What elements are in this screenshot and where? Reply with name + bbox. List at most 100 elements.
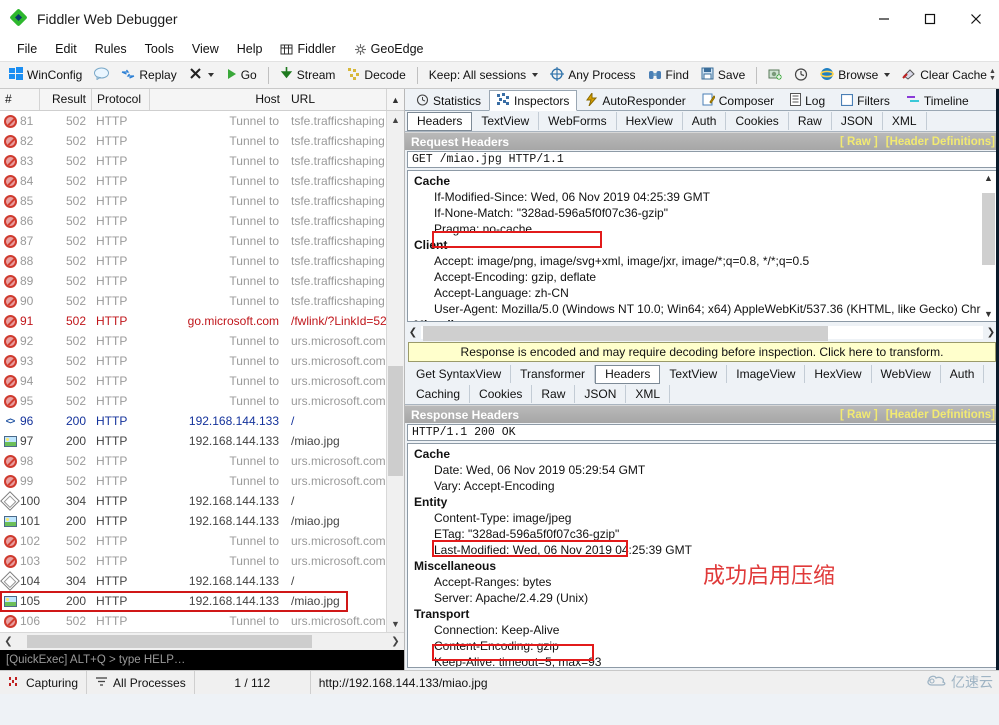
request-tab-webforms[interactable]: WebForms [539,112,616,130]
replay-button[interactable]: Replay [116,67,181,84]
header-item[interactable]: Connection: Keep-Alive [408,622,996,638]
table-row[interactable]: 81502HTTPTunnel totsfe.trafficshaping.ds… [0,111,404,131]
menu-geoedge[interactable]: GeoEdge [345,40,433,58]
response-tab-transformer[interactable]: Transformer [511,365,595,383]
sessions-vertical-scrollbar[interactable]: ▲ ▼ [386,111,404,632]
remove-button[interactable] [184,66,219,84]
request-tab-headers[interactable]: Headers [407,112,472,131]
header-item[interactable]: Content-Type: image/jpeg [408,510,996,526]
table-row[interactable]: 82502HTTPTunnel totsfe.trafficshaping.ds… [0,131,404,151]
tab-timeline[interactable]: Timeline [898,91,977,110]
header-item[interactable]: Accept-Ranges: bytes [408,574,996,590]
menu-view[interactable]: View [183,40,228,58]
header-item[interactable]: ETag: "328ad-596a5f0f07c36-gzip" [408,526,996,542]
table-row[interactable]: 104304HTTP192.168.144.133/ [0,571,404,591]
winconfig-button[interactable]: WinConfig [4,66,87,84]
request-headers-list[interactable]: CacheIf-Modified-Since: Wed, 06 Nov 2019… [407,170,997,322]
tab-log[interactable]: Log [782,91,833,110]
header-item[interactable]: Accept: image/png, image/svg+xml, image/… [408,253,996,269]
response-tab-raw[interactable]: Raw [532,385,575,403]
table-row[interactable]: 84502HTTPTunnel totsfe.trafficshaping.ds… [0,171,404,191]
menu-help[interactable]: Help [228,40,272,58]
table-row[interactable]: 92502HTTPTunnel tours.microsoft.com:443 [0,331,404,351]
table-row[interactable]: 97200HTTP192.168.144.133/miao.jpg [0,431,404,451]
tab-composer[interactable]: Composer [694,91,782,110]
response-raw-link[interactable]: [ Raw ] [840,409,878,421]
response-tab-caching[interactable]: Caching [407,385,470,403]
scroll-thumb[interactable] [27,635,312,648]
header-item[interactable]: User-Agent: Mozilla/5.0 (Windows NT 10.0… [408,301,996,317]
menu-file[interactable]: File [8,40,46,58]
table-row[interactable]: 83502HTTPTunnel totsfe.trafficshaping.ds… [0,151,404,171]
browse-button[interactable]: Browse [815,66,895,85]
header-item[interactable]: If-None-Match: "328ad-596a5f0f07c36-gzip… [408,205,996,221]
clear-cache-button[interactable]: Clear Cache [897,66,992,84]
response-tab-cookies[interactable]: Cookies [470,385,532,403]
table-row[interactable]: 89502HTTPTunnel totsfe.trafficshaping.ds… [0,271,404,291]
column-header-result[interactable]: Result [40,89,92,110]
request-headers-hscrollbar[interactable]: ❮ ❯ [405,324,999,340]
sessions-list[interactable]: ▲ ▼ 81502HTTPTunnel totsfe.trafficshapin… [0,111,404,632]
scroll-left-icon[interactable]: ❮ [405,327,421,338]
scroll-up-cap-icon[interactable]: ▲ [386,89,404,110]
chevron-down-icon[interactable] [208,73,214,77]
menu-tools[interactable]: Tools [136,40,183,58]
table-row[interactable]: 94502HTTPTunnel tours.microsoft.com:443 [0,371,404,391]
tab-statistics[interactable]: Statistics [408,91,489,110]
response-tab-textview[interactable]: TextView [660,365,727,383]
column-header-number[interactable]: # [0,89,40,110]
chevron-down-icon[interactable] [884,73,890,77]
table-row[interactable]: 103502HTTPTunnel tours.microsoft.com:443 [0,551,404,571]
header-item[interactable]: Accept-Language: zh-CN [408,285,996,301]
table-row[interactable]: 87502HTTPTunnel totsfe.trafficshaping.ds… [0,231,404,251]
scroll-up-icon[interactable]: ▲ [984,173,993,183]
scroll-track[interactable] [17,634,387,649]
response-tab-xml[interactable]: XML [626,385,670,403]
close-button[interactable] [953,0,999,38]
header-item[interactable]: If-Modified-Since: Wed, 06 Nov 2019 04:2… [408,189,996,205]
process-filter-status[interactable]: All Processes [87,671,194,694]
header-item[interactable]: Accept-Encoding: gzip, deflate [408,269,996,285]
scroll-down-icon[interactable]: ▼ [984,309,993,319]
menu-fiddler[interactable]: Fiddler [271,40,344,58]
response-headers-list[interactable]: CacheDate: Wed, 06 Nov 2019 05:29:54 GMT… [407,443,997,668]
menu-rules[interactable]: Rules [86,40,136,58]
toolbar-overflow-button[interactable]: ▲▼ [988,66,997,84]
comment-button[interactable] [89,66,114,84]
header-item[interactable]: Content-Encoding: gzip [408,638,996,654]
any-process-button[interactable]: Any Process [545,66,640,85]
header-item[interactable]: Vary: Accept-Encoding [408,478,996,494]
maximize-button[interactable] [907,0,953,38]
response-tab-json[interactable]: JSON [575,385,626,403]
header-item[interactable]: Server: Apache/2.4.29 (Unix) [408,590,996,606]
scroll-right-button[interactable]: ❯ [387,633,404,650]
table-row[interactable]: 86502HTTPTunnel totsfe.trafficshaping.ds… [0,211,404,231]
request-tab-hexview[interactable]: HexView [617,112,683,130]
response-tab-hexview[interactable]: HexView [805,365,871,383]
request-tab-auth[interactable]: Auth [683,112,727,130]
response-tab-imageview[interactable]: ImageView [727,365,805,383]
chevron-down-icon[interactable] [532,73,538,77]
request-tab-textview[interactable]: TextView [472,112,539,130]
request-tab-raw[interactable]: Raw [789,112,832,130]
scroll-thumb[interactable] [982,193,995,265]
response-tab-get-syntaxview[interactable]: Get SyntaxView [407,365,511,383]
timer-button[interactable] [789,66,813,85]
request-tab-xml[interactable]: XML [883,112,927,130]
response-header-definitions-link[interactable]: [Header Definitions] [886,409,995,421]
request-tab-cookies[interactable]: Cookies [726,112,788,130]
table-row[interactable]: 90502HTTPTunnel totsfe.trafficshaping.ds… [0,291,404,311]
menu-edit[interactable]: Edit [46,40,86,58]
table-row[interactable]: 100304HTTP192.168.144.133/ [0,491,404,511]
go-button[interactable]: Go [221,67,262,84]
minimize-button[interactable] [861,0,907,38]
table-row[interactable]: 88502HTTPTunnel totsfe.trafficshaping.ds… [0,251,404,271]
tab-autoresponder[interactable]: AutoResponder [577,91,693,110]
sessions-horizontal-scrollbar[interactable]: ❮ ❯ [0,632,404,650]
scroll-thumb[interactable] [388,366,403,476]
scroll-thumb[interactable] [423,326,828,341]
table-row[interactable]: 95502HTTPTunnel tours.microsoft.com:443 [0,391,404,411]
scroll-left-button[interactable]: ❮ [0,633,17,650]
table-row[interactable]: 91502HTTPgo.microsoft.com/fwlink/?LinkId… [0,311,404,331]
table-row[interactable]: 99502HTTPTunnel tours.microsoft.com:443 [0,471,404,491]
